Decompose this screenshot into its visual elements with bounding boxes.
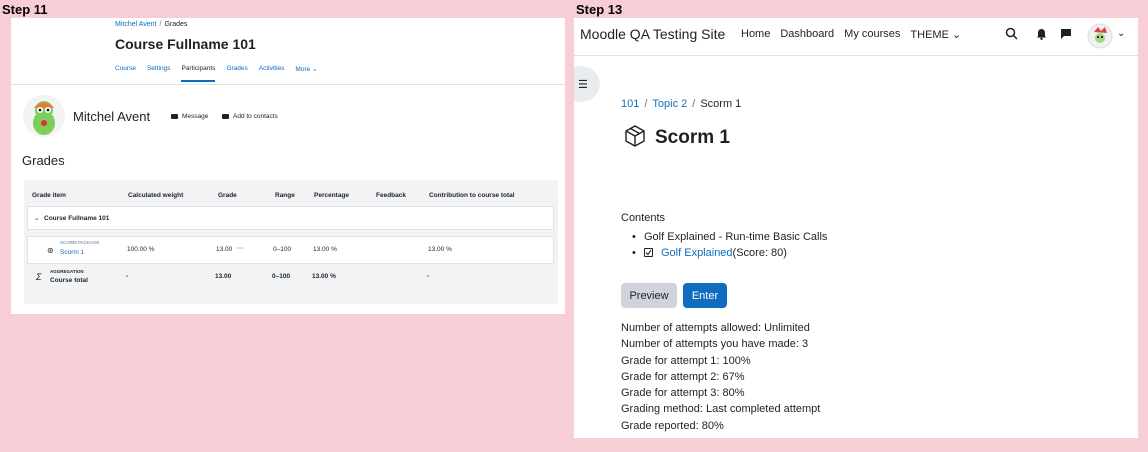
list-item: Golf Explained - Run-time Basic Calls — [632, 229, 827, 245]
tab-settings[interactable]: Settings — [147, 65, 171, 82]
item-percentage: 13.00 % — [313, 246, 337, 253]
add-to-contacts-button[interactable]: Add to contacts — [222, 113, 278, 120]
category-row[interactable]: ⌄ Course Fullname 101 — [27, 206, 554, 230]
page-title: Scorm 1 — [655, 127, 730, 148]
nav-dashboard[interactable]: Dashboard — [780, 28, 834, 41]
total-percentage: 13.00 % — [312, 273, 336, 280]
secondary-nav: Course Settings Participants Grades Acti… — [115, 65, 317, 82]
step-11-label: Step 11 — [2, 2, 48, 17]
col-header-grade-item: Grade item — [32, 192, 66, 199]
col-header-percentage: Percentage — [314, 192, 350, 199]
item-weight: 100.00 % — [127, 246, 155, 253]
score-text: (Score: 80) — [732, 247, 787, 259]
course-title: Course Fullname 101 — [115, 36, 256, 52]
grades-table: Grade item Calculated weight Grade Range… — [24, 180, 558, 304]
user-menu-avatar[interactable] — [1087, 23, 1113, 52]
col-header-grade: Grade — [218, 192, 237, 199]
total-range: 0–100 — [272, 273, 291, 280]
primary-nav: Home Dashboard My courses THEME ⌄ — [741, 28, 961, 41]
grade-attempt-3: Grade for attempt 3: 80% — [621, 387, 745, 400]
contents-label: Contents — [621, 212, 666, 224]
message-icon — [171, 114, 178, 119]
nav-home[interactable]: Home — [741, 28, 770, 41]
golf-explained-link[interactable]: Golf Explained — [661, 247, 733, 259]
chevron-down-icon[interactable]: ⌄ — [34, 214, 39, 222]
grade-attempt-2: Grade for attempt 2: 67% — [621, 370, 745, 383]
tab-more[interactable]: More ⌄ — [295, 65, 317, 82]
col-header-range: Range — [275, 192, 295, 199]
breadcrumb: 101/Topic 2/Scorm 1 — [621, 98, 742, 110]
attempts-made: Number of attempts you have made: 3 — [621, 338, 809, 351]
user-name: Mitchel Avent — [73, 109, 151, 124]
grade-attempt-1: Grade for attempt 1: 100% — [621, 354, 751, 367]
breadcrumb-course[interactable]: 101 — [621, 98, 639, 110]
checkbox-checked-icon — [644, 248, 653, 257]
tab-course[interactable]: Course — [115, 65, 136, 82]
grading-method: Grading method: Last completed attempt — [621, 403, 821, 416]
message-button[interactable]: Message — [171, 113, 208, 120]
breadcrumb-current: Scorm 1 — [700, 98, 742, 110]
address-card-icon — [222, 114, 229, 119]
messaging-icon[interactable] — [1060, 28, 1072, 43]
nav-theme[interactable]: THEME ⌄ — [910, 28, 961, 41]
grade-actions-menu[interactable]: ··· — [237, 245, 244, 252]
message-label: Message — [182, 113, 209, 120]
total-type: AGGREGATION — [50, 269, 84, 274]
nav-my-courses[interactable]: My courses — [844, 28, 900, 41]
col-header-feedback: Feedback — [376, 192, 406, 199]
step-13-label: Step 13 — [576, 2, 623, 17]
course-index-toggle[interactable]: ☰ — [574, 66, 600, 102]
site-name[interactable]: Moodle QA Testing Site — [580, 26, 725, 42]
grade-reported: Grade reported: 80% — [621, 419, 724, 432]
top-navbar: Moodle QA Testing Site Home Dashboard My… — [574, 18, 1138, 56]
divider — [11, 84, 565, 85]
total-name: Course total — [50, 277, 88, 284]
preview-button[interactable]: Preview — [621, 283, 677, 308]
total-weight: - — [126, 273, 129, 280]
tab-grades[interactable]: Grades — [226, 65, 247, 82]
attempt-info: Number of attempts allowed: Unlimited Nu… — [621, 320, 820, 434]
scorm-item-link[interactable]: Scorm 1 — [60, 249, 84, 256]
sigma-icon: Σ — [36, 272, 42, 282]
scorm-package-icon — [623, 124, 647, 153]
step-11-panel: Mitchel Avent / Grades Course Fullname 101… — [11, 18, 565, 314]
search-icon[interactable] — [1005, 27, 1018, 43]
breadcrumb: Mitchel Avent / Grades — [115, 21, 188, 28]
bell-icon[interactable] — [1036, 28, 1047, 43]
list-item: Golf Explained(Score: 80) — [632, 245, 827, 261]
chevron-down-icon[interactable]: ⌄ — [1117, 28, 1125, 39]
col-header-contribution: Contribution to course total — [429, 192, 515, 199]
table-row: ⊛ SCORM PACKAGE Scorm 1 100.00 % 13.00 ·… — [27, 236, 554, 264]
scorm-icon: ⊛ — [47, 246, 54, 255]
step-13-panel: Moodle QA Testing Site Home Dashboard My… — [574, 18, 1138, 438]
breadcrumb-current: Grades — [164, 21, 188, 28]
list-icon: ☰ — [578, 79, 588, 91]
toc-list: Golf Explained - Run-time Basic Calls Go… — [632, 229, 827, 261]
tab-activities[interactable]: Activities — [259, 65, 285, 82]
toc-item-text: Golf Explained - Run-time Basic Calls — [644, 231, 828, 243]
breadcrumb-topic[interactable]: Topic 2 — [652, 98, 687, 110]
add-contacts-label: Add to contacts — [233, 113, 278, 120]
tab-participants[interactable]: Participants — [181, 65, 216, 82]
avatar — [23, 95, 65, 137]
total-grade: 13.00 — [215, 273, 232, 280]
breadcrumb-user-link[interactable]: Mitchel Avent — [115, 21, 157, 28]
item-contribution: 13.00 % — [428, 246, 452, 253]
item-type: SCORM PACKAGE — [60, 240, 100, 245]
category-name: Course Fullname 101 — [44, 215, 110, 222]
enter-button[interactable]: Enter — [683, 283, 727, 308]
grades-heading: Grades — [22, 153, 65, 168]
total-contribution: - — [427, 273, 430, 280]
attempts-allowed: Number of attempts allowed: Unlimited — [621, 322, 810, 334]
item-range: 0–100 — [273, 246, 292, 253]
item-grade: 13.00 — [216, 246, 233, 253]
col-header-weight: Calculated weight — [128, 192, 184, 199]
